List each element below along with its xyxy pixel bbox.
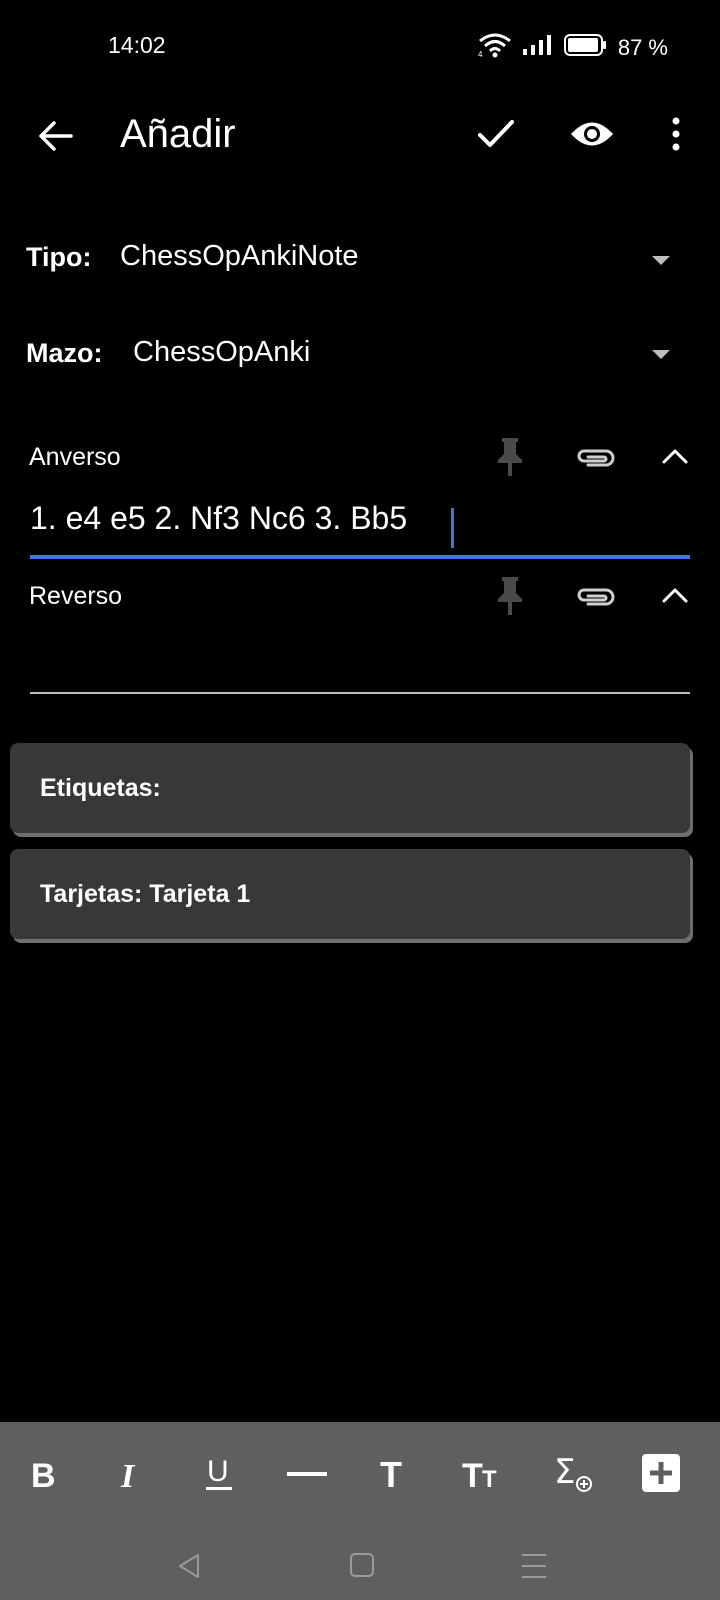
front-field-label: Anverso (29, 443, 121, 471)
italic-button[interactable]: I (107, 1450, 157, 1500)
cards-card[interactable]: Tarjetas: Tarjeta 1 (10, 849, 690, 939)
pin-icon (494, 577, 526, 621)
square-home-icon (349, 1553, 375, 1582)
signal-icon (522, 34, 554, 61)
check-icon (478, 119, 514, 154)
note-type-selector[interactable]: ChessOpAnkiNote (120, 240, 690, 284)
svg-text:B: B (31, 1457, 56, 1490)
svg-text:U: U (207, 1455, 229, 1488)
note-type-value: ChessOpAnkiNote (120, 240, 359, 272)
title-case-button[interactable]: T T (457, 1450, 507, 1500)
underline-button[interactable]: U (194, 1450, 244, 1500)
attach-front-button[interactable] (574, 446, 618, 470)
battery-icon (563, 34, 608, 61)
pin-back-button[interactable] (494, 575, 534, 617)
back-field-label: Reverso (29, 582, 123, 610)
paperclip-icon (574, 449, 616, 474)
back-button[interactable] (30, 112, 82, 164)
note-type-label: Tipo: (26, 242, 92, 272)
save-button[interactable] (470, 110, 522, 162)
chevron-down-icon (652, 256, 670, 265)
wifi-icon: 4 (478, 32, 512, 63)
paperclip-icon (574, 588, 616, 613)
overflow-menu-button[interactable] (652, 110, 700, 162)
chevron-up-icon (662, 449, 688, 468)
attach-back-button[interactable] (574, 585, 618, 609)
preview-button[interactable] (566, 110, 618, 162)
pin-icon (494, 438, 526, 482)
front-field-underline (30, 555, 690, 559)
battery-percent: 87 % (617, 34, 668, 60)
svg-text:T: T (482, 1466, 497, 1490)
nav-home-button[interactable] (349, 1552, 375, 1578)
math-button[interactable]: Σ (549, 1450, 599, 1500)
status-icons: 4 87 % (478, 32, 668, 63)
deck-label: Mazo: (26, 338, 103, 368)
front-field-input[interactable]: 1. e4 e5 2. Nf3 Nc6 3. Bb5 (30, 500, 690, 556)
status-time: 14:02 (108, 32, 166, 58)
svg-text:4: 4 (478, 50, 483, 58)
pin-front-button[interactable] (494, 436, 534, 478)
eye-icon (569, 119, 615, 154)
svg-text:I: I (120, 1458, 136, 1490)
add-field-button[interactable] (636, 1450, 686, 1500)
font-size-button[interactable]: T (369, 1450, 419, 1500)
bold-button[interactable]: B (19, 1450, 69, 1500)
back-field-input[interactable] (30, 636, 690, 692)
more-vert-icon (671, 117, 681, 156)
math-sigma-icon: Σ (554, 1452, 594, 1498)
deck-value: ChessOpAnki (133, 336, 311, 368)
system-nav-bar (0, 1532, 720, 1600)
deck-selector[interactable]: ChessOpAnki (133, 336, 690, 380)
font-size-icon: T (378, 1454, 410, 1495)
bold-icon: B (29, 1456, 59, 1495)
collapse-front-button[interactable] (662, 448, 690, 468)
nav-back-button[interactable] (176, 1552, 202, 1580)
svg-text:T: T (462, 1457, 483, 1490)
text-cursor (451, 508, 454, 548)
svg-text:Σ: Σ (554, 1453, 575, 1492)
collapse-back-button[interactable] (662, 587, 690, 607)
tags-card[interactable]: Etiquetas: (10, 743, 690, 833)
format-toolbar: B I U T T T Σ (0, 1422, 720, 1532)
page-title: Añadir (120, 112, 236, 156)
nav-recents-button[interactable] (521, 1552, 547, 1580)
chevron-down-icon (652, 350, 670, 359)
back-field-underline (30, 692, 690, 694)
italic-icon: I (117, 1456, 147, 1495)
horizontal-rule-icon (287, 1466, 327, 1484)
tags-label: Etiquetas: (40, 774, 161, 802)
menu-lines-icon (521, 1554, 547, 1584)
cards-label: Tarjetas: Tarjeta 1 (40, 880, 251, 908)
horizontal-rule-button[interactable] (282, 1450, 332, 1500)
title-case-icon: T T (462, 1456, 502, 1495)
back-arrow-icon (38, 118, 74, 159)
add-field-icon (642, 1453, 680, 1497)
svg-text:T: T (380, 1456, 402, 1490)
chevron-up-icon (662, 588, 688, 607)
triangle-back-icon (176, 1554, 202, 1584)
underline-icon: U (204, 1453, 234, 1498)
front-field-text: 1. e4 e5 2. Nf3 Nc6 3. Bb5 (30, 500, 408, 536)
